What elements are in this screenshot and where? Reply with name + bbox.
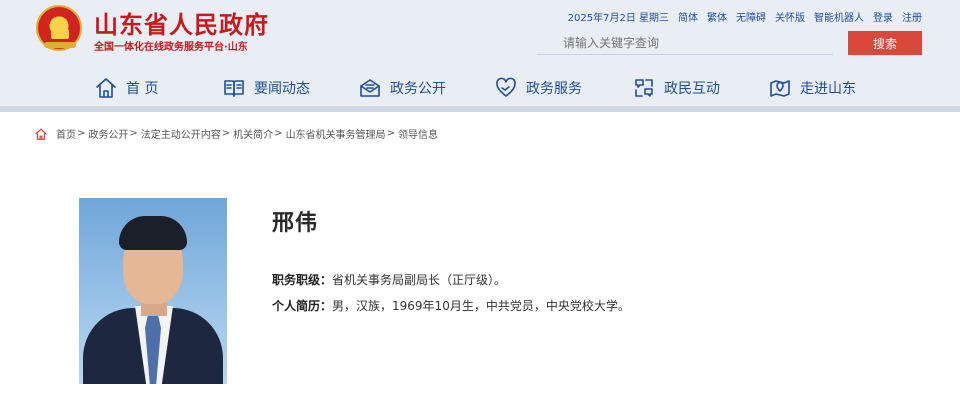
nav-home[interactable]: 首 页 [94,72,158,104]
bio-value: 男，汉族，1969年10月生，中共党员，中央党校大学。 [332,299,630,313]
site-title[interactable]: 山东省人民政府 [94,5,269,40]
breadcrumb-current: 领导信息 [397,130,438,141]
top-utility-bar: 2025年7月2日 星期三 简体 繁体 无障碍 关怀版 智能机器人 登录 注册 [568,9,922,24]
breadcrumb-agency-intro[interactable]: 机关简介 [233,126,273,141]
map-pin-icon [770,80,790,97]
bio-row: 个人简历：男，汉族，1969年10月生，中共党员，中央党校大学。 [272,297,630,314]
chat-icon [635,79,653,97]
leader-portrait [79,198,227,384]
nav-label: 首 页 [126,81,159,97]
mail-icon [360,79,380,97]
link-smart-robot[interactable]: 智能机器人 [814,9,864,24]
nav-label: 要闻动态 [254,81,310,97]
nav-label: 政务公开 [390,81,446,97]
link-login[interactable]: 登录 [873,9,893,24]
home-icon [96,78,116,98]
current-date: 2025年7月2日 星期三 [567,13,669,24]
heart-icon [496,77,516,97]
breadcrumb-statutory[interactable]: 法定主动公开内容 [141,126,221,141]
search-button[interactable]: 搜索 [848,31,922,55]
nav-interaction[interactable]: 政民互动 [632,72,720,104]
link-traditional[interactable]: 繁体 [707,9,727,24]
position-value: 省机关事务局副局长（正厅级）。 [332,273,507,287]
home-icon [35,127,47,140]
position-row: 职务职级：省机关事务局副局长（正厅级）。 [272,271,506,288]
link-care-mode[interactable]: 关怀版 [775,9,805,24]
nav-about-shandong[interactable]: 走进山东 [768,72,856,104]
link-register[interactable]: 注册 [902,9,922,24]
header-divider [0,106,960,112]
nav-label: 走进山东 [800,81,856,97]
page: ★ 山东省人民政府 全国一体化在线政务服务平台·山东 2025年7月2日 星期三… [0,0,960,405]
breadcrumb: 首页 > 政务公开 > 法定主动公开内容 > 机关简介 > 山东省机关事务管理局 > 领导… [34,126,438,141]
header: ★ 山东省人民政府 全国一体化在线政务服务平台·山东 2025年7月2日 星期三… [0,0,960,112]
link-accessibility[interactable]: 无障碍 [736,9,766,24]
site-subtitle: 全国一体化在线政务服务平台·山东 [94,42,248,53]
leader-name: 邢伟 [272,211,319,236]
breadcrumb-home[interactable]: 首页 [56,126,76,141]
main-nav: 首 页 要闻动态 政务公开 政务服务 政民互动 走进山东 [0,72,960,104]
nav-news[interactable]: 要闻动态 [222,72,310,104]
link-simplified[interactable]: 简体 [678,9,698,24]
position-label: 职务职级： [272,273,333,287]
search-input[interactable] [537,31,833,55]
nav-gov-service[interactable]: 政务服务 [494,72,582,104]
bio-label: 个人简历： [272,299,333,313]
breadcrumb-gov-open[interactable]: 政务公开 [88,126,128,141]
book-icon [224,80,244,97]
breadcrumb-agency[interactable]: 山东省机关事务管理局 [286,126,386,141]
national-emblem-logo[interactable]: ★ [36,5,82,51]
nav-gov-open[interactable]: 政务公开 [358,72,446,104]
nav-label: 政务服务 [526,81,582,97]
nav-label: 政民互动 [664,81,720,97]
